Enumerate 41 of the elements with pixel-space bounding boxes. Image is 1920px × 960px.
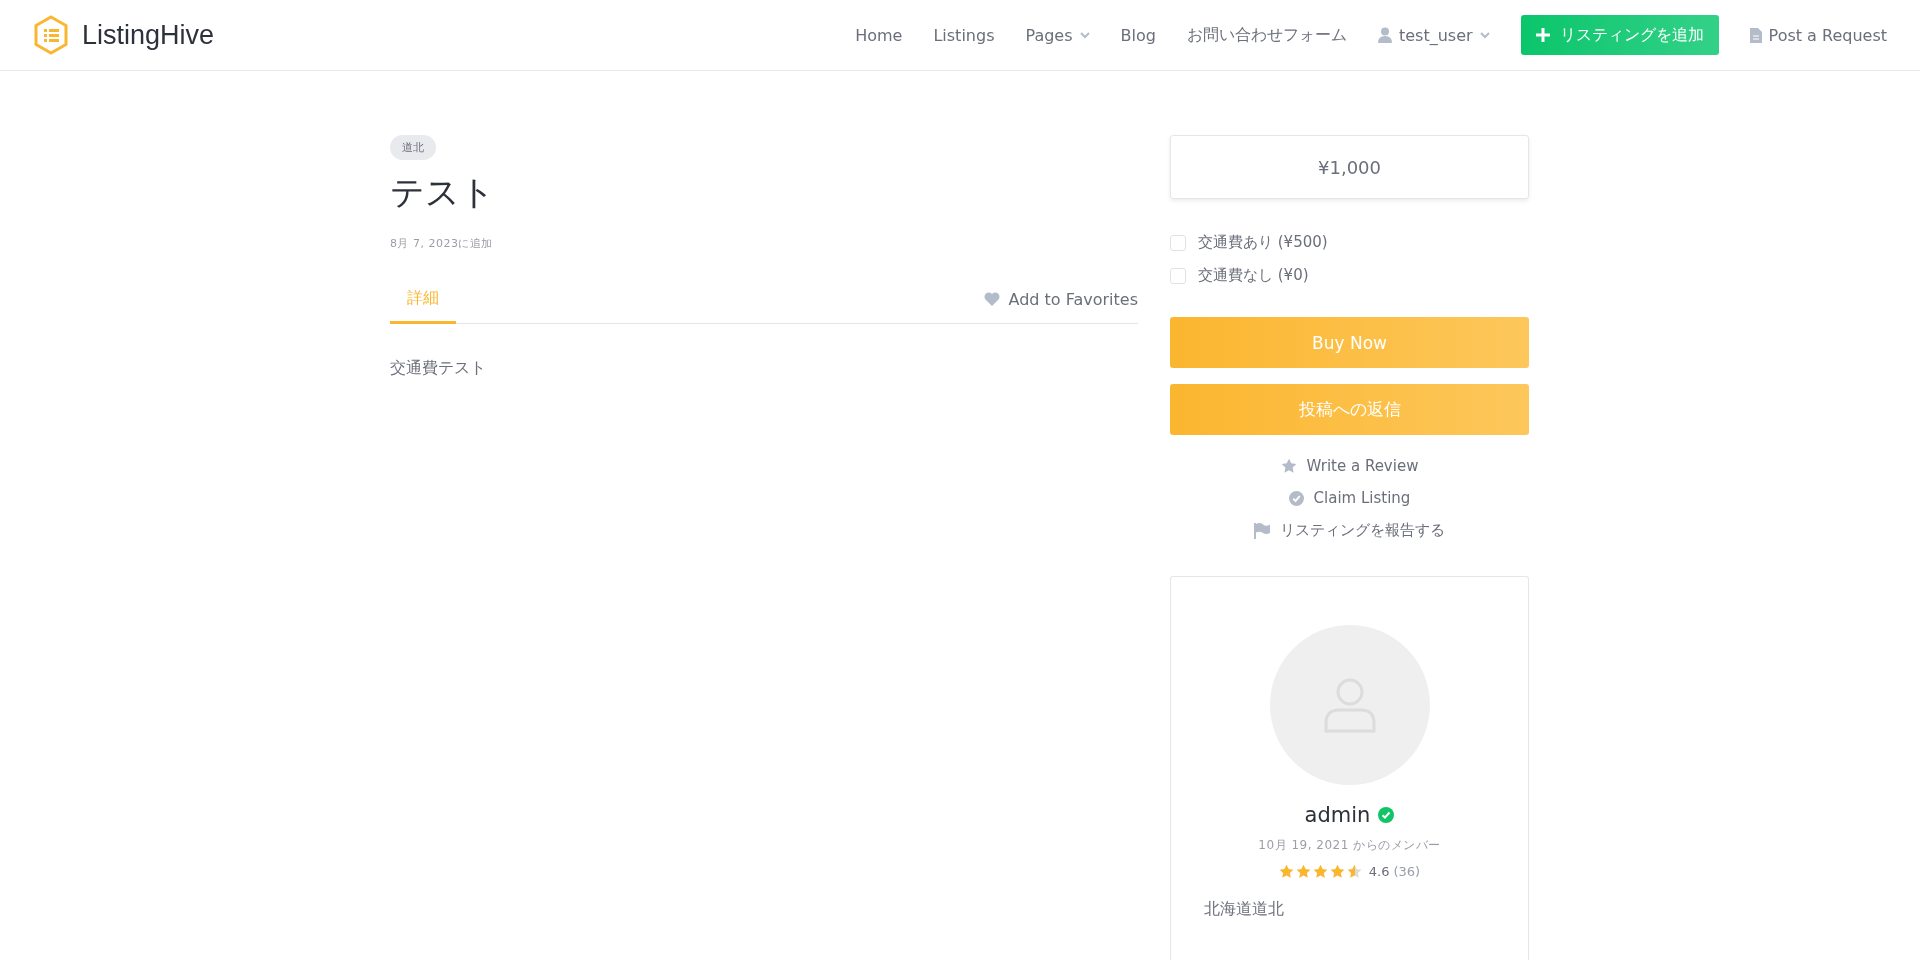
- nav-link[interactable]: Blog: [1120, 25, 1156, 45]
- check-circle-icon: [1288, 490, 1304, 506]
- vendor-name[interactable]: admin: [1304, 803, 1371, 827]
- action-link[interactable]: リスティングを報告する: [1254, 521, 1445, 540]
- review-count: (36): [1393, 864, 1421, 879]
- site-logo[interactable]: ListingHive: [82, 19, 215, 51]
- hexagon-logo-icon: [33, 15, 69, 55]
- added-date: 8月 7, 2023に追加: [390, 236, 494, 251]
- user-icon: [1377, 27, 1392, 43]
- category-tag[interactable]: 道北: [390, 135, 436, 160]
- plus-icon: [1535, 28, 1550, 42]
- checkbox[interactable]: [1170, 267, 1186, 284]
- nav-link[interactable]: Pages: [1025, 25, 1090, 45]
- rating-star-icon: [1346, 864, 1362, 879]
- flag-icon: [1254, 522, 1270, 539]
- document-icon: [1749, 27, 1762, 43]
- rating-star-icon: [1278, 864, 1294, 879]
- nav-link[interactable]: Home: [855, 25, 903, 45]
- option-label[interactable]: 交通費あり (¥500): [1198, 233, 1328, 252]
- chevron-down-icon: [1479, 31, 1490, 39]
- chevron-down-icon: [1079, 31, 1090, 39]
- heart-icon: [983, 292, 1000, 306]
- listing-description: 交通費テスト: [390, 358, 487, 379]
- action-link[interactable]: Claim Listing: [1288, 489, 1411, 507]
- option-label[interactable]: 交通費なし (¥0): [1198, 266, 1309, 285]
- rating-star-icon: [1312, 864, 1328, 879]
- price-box: ¥1,000: [1170, 135, 1529, 199]
- checkbox[interactable]: [1170, 234, 1186, 251]
- rating-value: 4.6: [1368, 864, 1390, 879]
- post-request-link[interactable]: Post a Request: [1749, 25, 1887, 45]
- nav-link[interactable]: Listings: [933, 25, 995, 45]
- nav-link[interactable]: お問い合わせフォーム: [1186, 24, 1347, 46]
- listing-title: テスト: [390, 171, 496, 214]
- member-since: 10月 19, 2021 からのメンバー: [1258, 837, 1441, 854]
- rating-star-icon: [1295, 864, 1311, 879]
- add-to-favorites-link[interactable]: Add to Favorites: [983, 289, 1138, 309]
- user-menu[interactable]: test_user: [1377, 25, 1490, 45]
- vendor-location: 北海道道北: [1204, 899, 1284, 920]
- action-link[interactable]: Write a Review: [1280, 457, 1419, 475]
- rating-star-icon: [1329, 864, 1345, 879]
- star-icon: [1280, 458, 1297, 474]
